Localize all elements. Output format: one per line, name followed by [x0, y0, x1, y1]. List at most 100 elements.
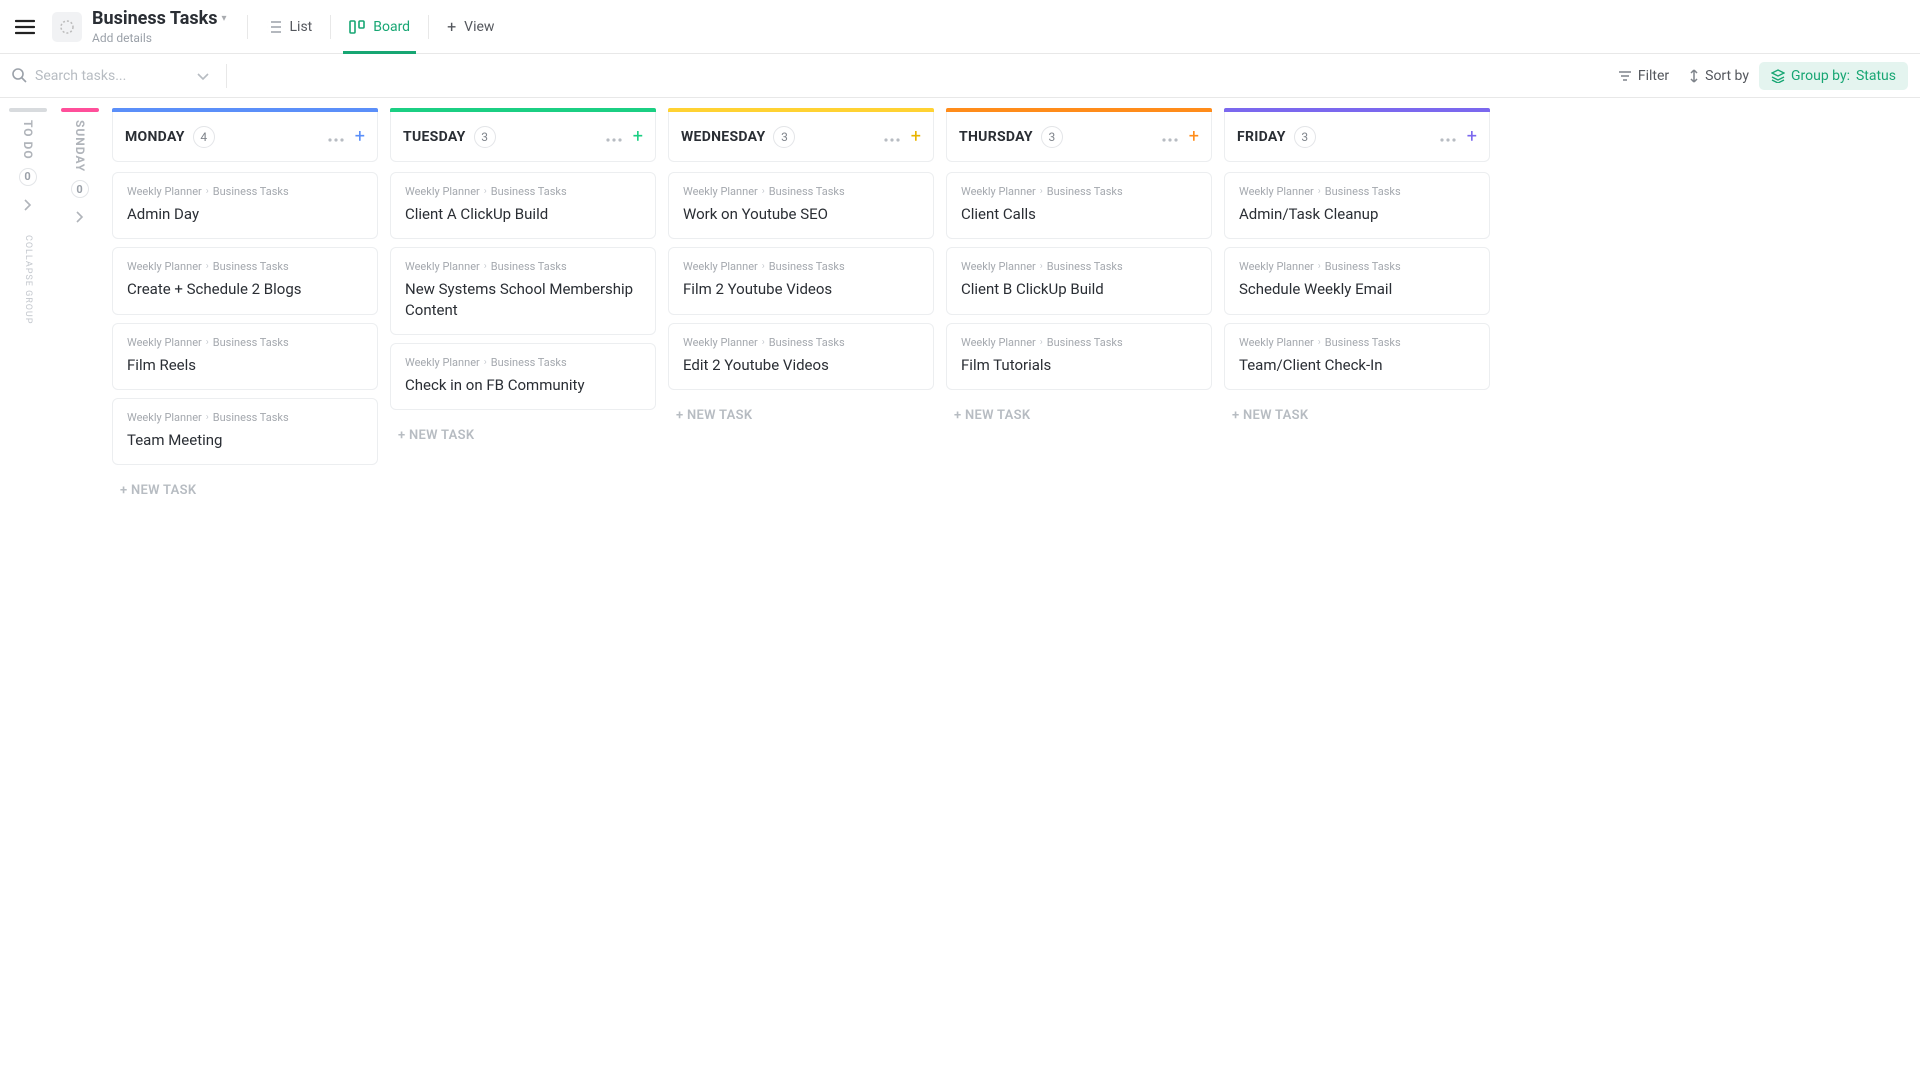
add-details-link[interactable]: Add details: [92, 31, 227, 45]
view-tabs: List Board + View: [248, 0, 513, 54]
task-card[interactable]: Weekly Planner›Business TasksClient A Cl…: [390, 172, 656, 239]
collapse-group-button[interactable]: COLLAPSE GROUP: [23, 235, 33, 324]
new-task-button[interactable]: + NEW TASK: [390, 418, 656, 453]
tab-list-label: List: [290, 19, 313, 35]
task-card[interactable]: Weekly Planner›Business TasksCreate + Sc…: [112, 247, 378, 314]
task-card[interactable]: Weekly Planner›Business TasksSchedule We…: [1224, 247, 1490, 314]
column-header: FRIDAY3+: [1224, 112, 1490, 162]
collapsed-column-sunday[interactable]: SUNDAY 0: [60, 108, 100, 1080]
card-title: Film Tutorials: [961, 355, 1197, 375]
breadcrumb-parent: Weekly Planner: [1239, 260, 1314, 273]
dots-icon: [1162, 138, 1178, 142]
chevron-right-icon: ›: [1040, 186, 1043, 197]
card-breadcrumb: Weekly Planner›Business Tasks: [127, 260, 363, 273]
task-card[interactable]: Weekly Planner›Business TasksAdmin Day: [112, 172, 378, 239]
new-task-button[interactable]: + NEW TASK: [112, 473, 378, 508]
breadcrumb-child: Business Tasks: [491, 185, 567, 198]
collapsed-column-todo[interactable]: TO DO 0 COLLAPSE GROUP: [8, 108, 48, 1080]
card-breadcrumb: Weekly Planner›Business Tasks: [1239, 336, 1475, 349]
filter-button[interactable]: Filter: [1608, 62, 1679, 90]
new-task-button[interactable]: + NEW TASK: [946, 398, 1212, 433]
column-monday: MONDAY4+Weekly Planner›Business TasksAdm…: [112, 108, 378, 1080]
breadcrumb-parent: Weekly Planner: [405, 185, 480, 198]
count-pill: 0: [71, 180, 89, 198]
add-task-button[interactable]: +: [355, 128, 365, 146]
column-menu-button[interactable]: [603, 124, 625, 149]
card-title: Schedule Weekly Email: [1239, 279, 1475, 299]
chevron-right-icon: ›: [762, 186, 765, 197]
add-task-button[interactable]: +: [1467, 128, 1477, 146]
breadcrumb-parent: Weekly Planner: [1239, 336, 1314, 349]
add-task-button[interactable]: +: [911, 128, 921, 146]
title-block: Business Tasks ▾ Add details: [92, 8, 227, 45]
column-title: WEDNESDAY: [681, 129, 765, 145]
task-card[interactable]: Weekly Planner›Business TasksFilm Tutori…: [946, 323, 1212, 390]
groupby-label: Group by:: [1791, 68, 1850, 84]
new-task-button[interactable]: + NEW TASK: [668, 398, 934, 433]
groupby-button[interactable]: Group by: Status: [1759, 62, 1908, 90]
chevron-right-icon: ›: [206, 337, 209, 348]
card-title: Check in on FB Community: [405, 375, 641, 395]
add-view-button[interactable]: + View: [429, 0, 512, 54]
chevron-right-icon: ›: [1318, 261, 1321, 272]
column-title: TUESDAY: [403, 129, 466, 145]
expand-chevron-right-icon[interactable]: [76, 208, 84, 227]
task-card[interactable]: Weekly Planner›Business TasksTeam/Client…: [1224, 323, 1490, 390]
card-breadcrumb: Weekly Planner›Business Tasks: [405, 356, 641, 369]
search-input[interactable]: [35, 68, 185, 84]
sort-button[interactable]: Sort by: [1679, 62, 1759, 90]
task-card[interactable]: Weekly Planner›Business Tasks Check in on…: [390, 343, 656, 410]
columns-wrap: MONDAY4+Weekly Planner›Business TasksAdm…: [112, 108, 1490, 1080]
column-menu-button[interactable]: [1437, 124, 1459, 149]
task-card[interactable]: Weekly Planner›Business TasksClient B Cl…: [946, 247, 1212, 314]
task-card[interactable]: Weekly Planner›Business TasksTeam Meetin…: [112, 398, 378, 465]
breadcrumb-child: Business Tasks: [769, 336, 845, 349]
search-wrap: [12, 62, 222, 89]
tab-list[interactable]: List: [248, 0, 331, 54]
column-tuesday: TUESDAY 3 + Weekly Planner›Business TasksCl…: [390, 108, 656, 1080]
expand-chevron-right-icon[interactable]: [24, 196, 32, 215]
toolbar: Filter Sort by Group by: Status: [0, 54, 1920, 98]
card-breadcrumb: Weekly Planner›Business Tasks: [1239, 260, 1475, 273]
task-card[interactable]: Weekly Planner›Business TasksWork on You…: [668, 172, 934, 239]
breadcrumb-child: Business Tasks: [213, 411, 289, 424]
breadcrumb-parent: Weekly Planner: [1239, 185, 1314, 198]
task-card[interactable]: Weekly Planner›Business Tasks Client Call…: [946, 172, 1212, 239]
board: TO DO 0 COLLAPSE GROUP SUNDAY 0 MONDAY4+…: [0, 98, 1920, 1080]
card-breadcrumb: Weekly Planner›Business Tasks: [961, 185, 1197, 198]
chevron-right-icon: ›: [206, 261, 209, 272]
card-title: Admin Day: [127, 204, 363, 224]
collapsed-label: SUNDAY 0: [71, 120, 89, 198]
new-task-button[interactable]: + NEW TASK: [1224, 398, 1490, 433]
task-card[interactable]: Weekly Planner›Business TasksAdmin/Task …: [1224, 172, 1490, 239]
count-pill: 3: [773, 126, 795, 148]
breadcrumb-parent: Weekly Planner: [683, 336, 758, 349]
hamburger-menu-button[interactable]: [10, 12, 40, 42]
card-title: Client Calls: [961, 204, 1197, 224]
task-card[interactable]: Weekly Planner›Business TasksFilm 2 Yout…: [668, 247, 934, 314]
column-bar: [9, 108, 47, 112]
column-menu-button[interactable]: [1159, 124, 1181, 149]
title-row[interactable]: Business Tasks ▾: [92, 8, 227, 29]
plus-icon: +: [447, 17, 456, 36]
card-title: Edit 2 Youtube Videos: [683, 355, 919, 375]
add-task-button[interactable]: +: [1189, 128, 1199, 146]
breadcrumb-child: Business Tasks: [769, 260, 845, 273]
card-breadcrumb: Weekly Planner›Business Tasks: [683, 260, 919, 273]
card-title: Client B ClickUp Build: [961, 279, 1197, 299]
chevron-right-icon: ›: [206, 412, 209, 423]
count-pill: 3: [474, 126, 496, 148]
search-chevron-down-icon[interactable]: [193, 62, 213, 89]
task-card[interactable]: Weekly Planner›Business TasksEdit 2 Yout…: [668, 323, 934, 390]
task-card[interactable]: Weekly Planner›Business TasksFilm Reels: [112, 323, 378, 390]
task-card[interactable]: Weekly Planner›Business TasksNew Systems…: [390, 247, 656, 335]
tab-board[interactable]: Board: [331, 0, 428, 54]
column-menu-button[interactable]: [325, 124, 347, 149]
breadcrumb-parent: Weekly Planner: [405, 260, 480, 273]
tab-board-label: Board: [373, 19, 410, 35]
chevron-right-icon: ›: [1040, 261, 1043, 272]
add-task-button[interactable]: +: [633, 128, 643, 146]
breadcrumb-parent: Weekly Planner: [683, 185, 758, 198]
column-menu-button[interactable]: [881, 124, 903, 149]
list-avatar[interactable]: [52, 12, 82, 42]
